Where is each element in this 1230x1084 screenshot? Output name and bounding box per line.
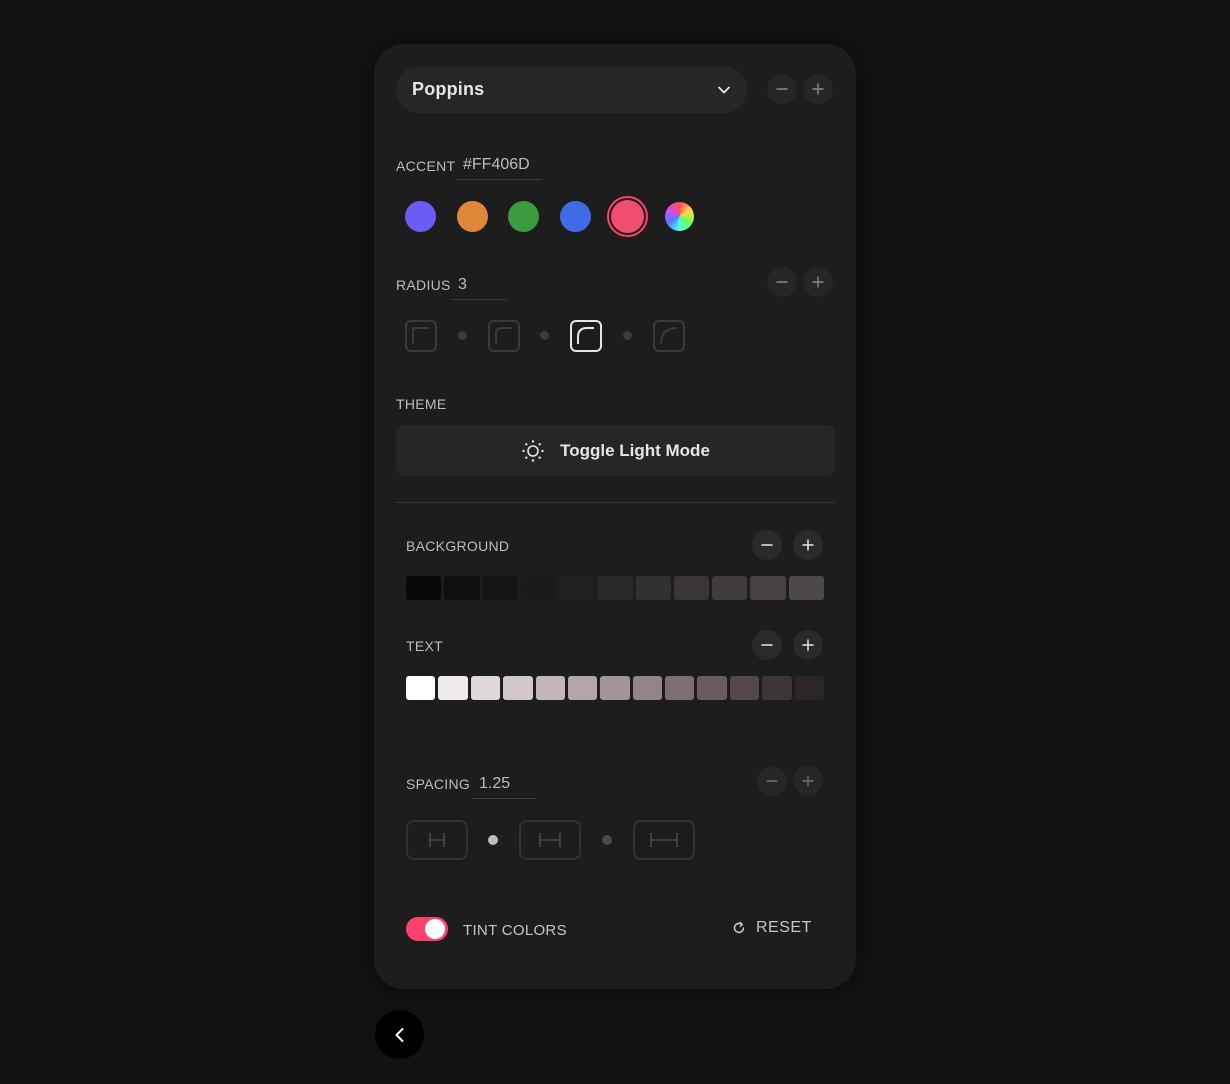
text-color-step[interactable] (697, 676, 727, 700)
spacing-option-normal[interactable] (519, 820, 581, 860)
spacing-step-dot (602, 835, 612, 845)
background-label: BACKGROUND (406, 538, 510, 554)
corner-square-icon (412, 327, 429, 344)
spacing-option-wide[interactable] (633, 820, 695, 860)
tint-colors-label: TINT COLORS (463, 922, 567, 939)
theme-label: THEME (396, 396, 447, 412)
accent-swatch-blue[interactable] (560, 201, 591, 232)
plus-icon (812, 83, 824, 95)
radius-step-dot (458, 331, 467, 340)
background-color-step[interactable] (406, 576, 442, 600)
spacing-increase-button[interactable] (793, 766, 823, 796)
width-compact-icon (429, 833, 445, 847)
radius-option-none[interactable] (405, 320, 437, 352)
tint-colors-toggle[interactable] (406, 917, 448, 941)
spacing-option-compact[interactable] (406, 820, 468, 860)
text-color-step[interactable] (729, 676, 760, 700)
text-color-step[interactable] (665, 676, 695, 700)
text-decrease-button[interactable] (752, 630, 782, 660)
accent-swatch-pink (611, 200, 644, 233)
accent-hex-input[interactable]: #FF406D (456, 156, 542, 180)
reset-label: RESET (756, 919, 812, 936)
radius-increase-button[interactable] (803, 267, 833, 297)
width-wide-icon (650, 833, 678, 847)
sun-icon (522, 439, 544, 462)
background-color-step[interactable] (444, 576, 480, 600)
background-color-step[interactable] (712, 576, 748, 600)
background-color-step[interactable] (635, 576, 671, 600)
minus-icon (776, 281, 788, 283)
minus-icon (761, 544, 773, 546)
text-color-scale (406, 676, 824, 700)
text-color-step[interactable] (438, 676, 468, 700)
spacing-value-input[interactable]: 1.25 (472, 775, 537, 799)
chevron-left-icon (395, 1027, 403, 1042)
corner-small-icon (495, 327, 512, 344)
radius-value-input[interactable]: 3 (451, 276, 507, 300)
text-color-step[interactable] (503, 676, 533, 700)
plus-icon (802, 775, 814, 787)
theme-customizer-panel: Poppins ACCENT #FF406D RADIUS 3 THEME To… (374, 44, 856, 989)
accent-swatch-purple[interactable] (405, 201, 436, 232)
accent-label: ACCENT (396, 158, 456, 174)
background-color-scale (406, 576, 824, 600)
radius-decrease-button[interactable] (767, 267, 797, 297)
background-color-step[interactable] (520, 576, 557, 600)
plus-icon (802, 539, 814, 551)
text-color-step[interactable] (794, 676, 824, 700)
minus-icon (766, 780, 778, 782)
radius-label: RADIUS (396, 277, 451, 293)
radius-option-medium[interactable] (570, 320, 602, 352)
radius-step-dot (540, 331, 549, 340)
text-color-step[interactable] (762, 676, 792, 700)
text-color-step[interactable] (470, 676, 501, 700)
font-family-value: Poppins (412, 79, 485, 99)
font-size-decrease-button[interactable] (767, 74, 797, 104)
toggle-knob (425, 919, 445, 939)
text-increase-button[interactable] (793, 630, 823, 660)
font-size-increase-button[interactable] (803, 74, 833, 104)
background-decrease-button[interactable] (752, 530, 782, 560)
radius-option-small[interactable] (488, 320, 520, 352)
chevron-down-icon (718, 86, 730, 93)
corner-medium-icon (577, 327, 594, 344)
section-divider (396, 502, 835, 503)
background-increase-button[interactable] (793, 530, 823, 560)
refresh-icon (733, 921, 745, 934)
spacing-step-dot (488, 835, 498, 845)
toggle-light-mode-label: Toggle Light Mode (560, 440, 710, 460)
background-color-step[interactable] (750, 576, 786, 600)
background-color-step[interactable] (788, 576, 824, 600)
plus-icon (802, 639, 814, 651)
text-color-step[interactable] (600, 676, 630, 700)
text-label: TEXT (406, 638, 443, 654)
minus-icon (776, 88, 788, 90)
accent-swatch-green[interactable] (508, 201, 539, 232)
background-color-step[interactable] (482, 576, 518, 600)
reset-button[interactable]: RESET (732, 919, 812, 937)
spacing-decrease-button[interactable] (757, 766, 787, 796)
text-color-step[interactable] (406, 676, 436, 700)
plus-icon (812, 276, 824, 288)
radius-option-large[interactable] (653, 320, 685, 352)
background-color-step[interactable] (673, 576, 710, 600)
accent-swatch-orange[interactable] (457, 201, 488, 232)
minus-icon (761, 644, 773, 646)
width-normal-icon (539, 833, 561, 847)
corner-large-icon (660, 327, 678, 345)
background-color-step[interactable] (597, 576, 633, 600)
text-color-step[interactable] (535, 676, 565, 700)
back-button[interactable] (375, 1010, 424, 1059)
text-color-step[interactable] (567, 676, 598, 700)
text-color-step[interactable] (632, 676, 662, 700)
font-family-select[interactable]: Poppins (396, 66, 747, 113)
custom-color-picker-icon[interactable] (665, 202, 694, 231)
background-color-step[interactable] (559, 576, 595, 600)
radius-step-dot (623, 331, 632, 340)
spacing-label: SPACING (406, 776, 471, 792)
accent-swatch-pink-selected[interactable] (607, 196, 648, 237)
toggle-light-mode-button[interactable]: Toggle Light Mode (396, 425, 835, 476)
